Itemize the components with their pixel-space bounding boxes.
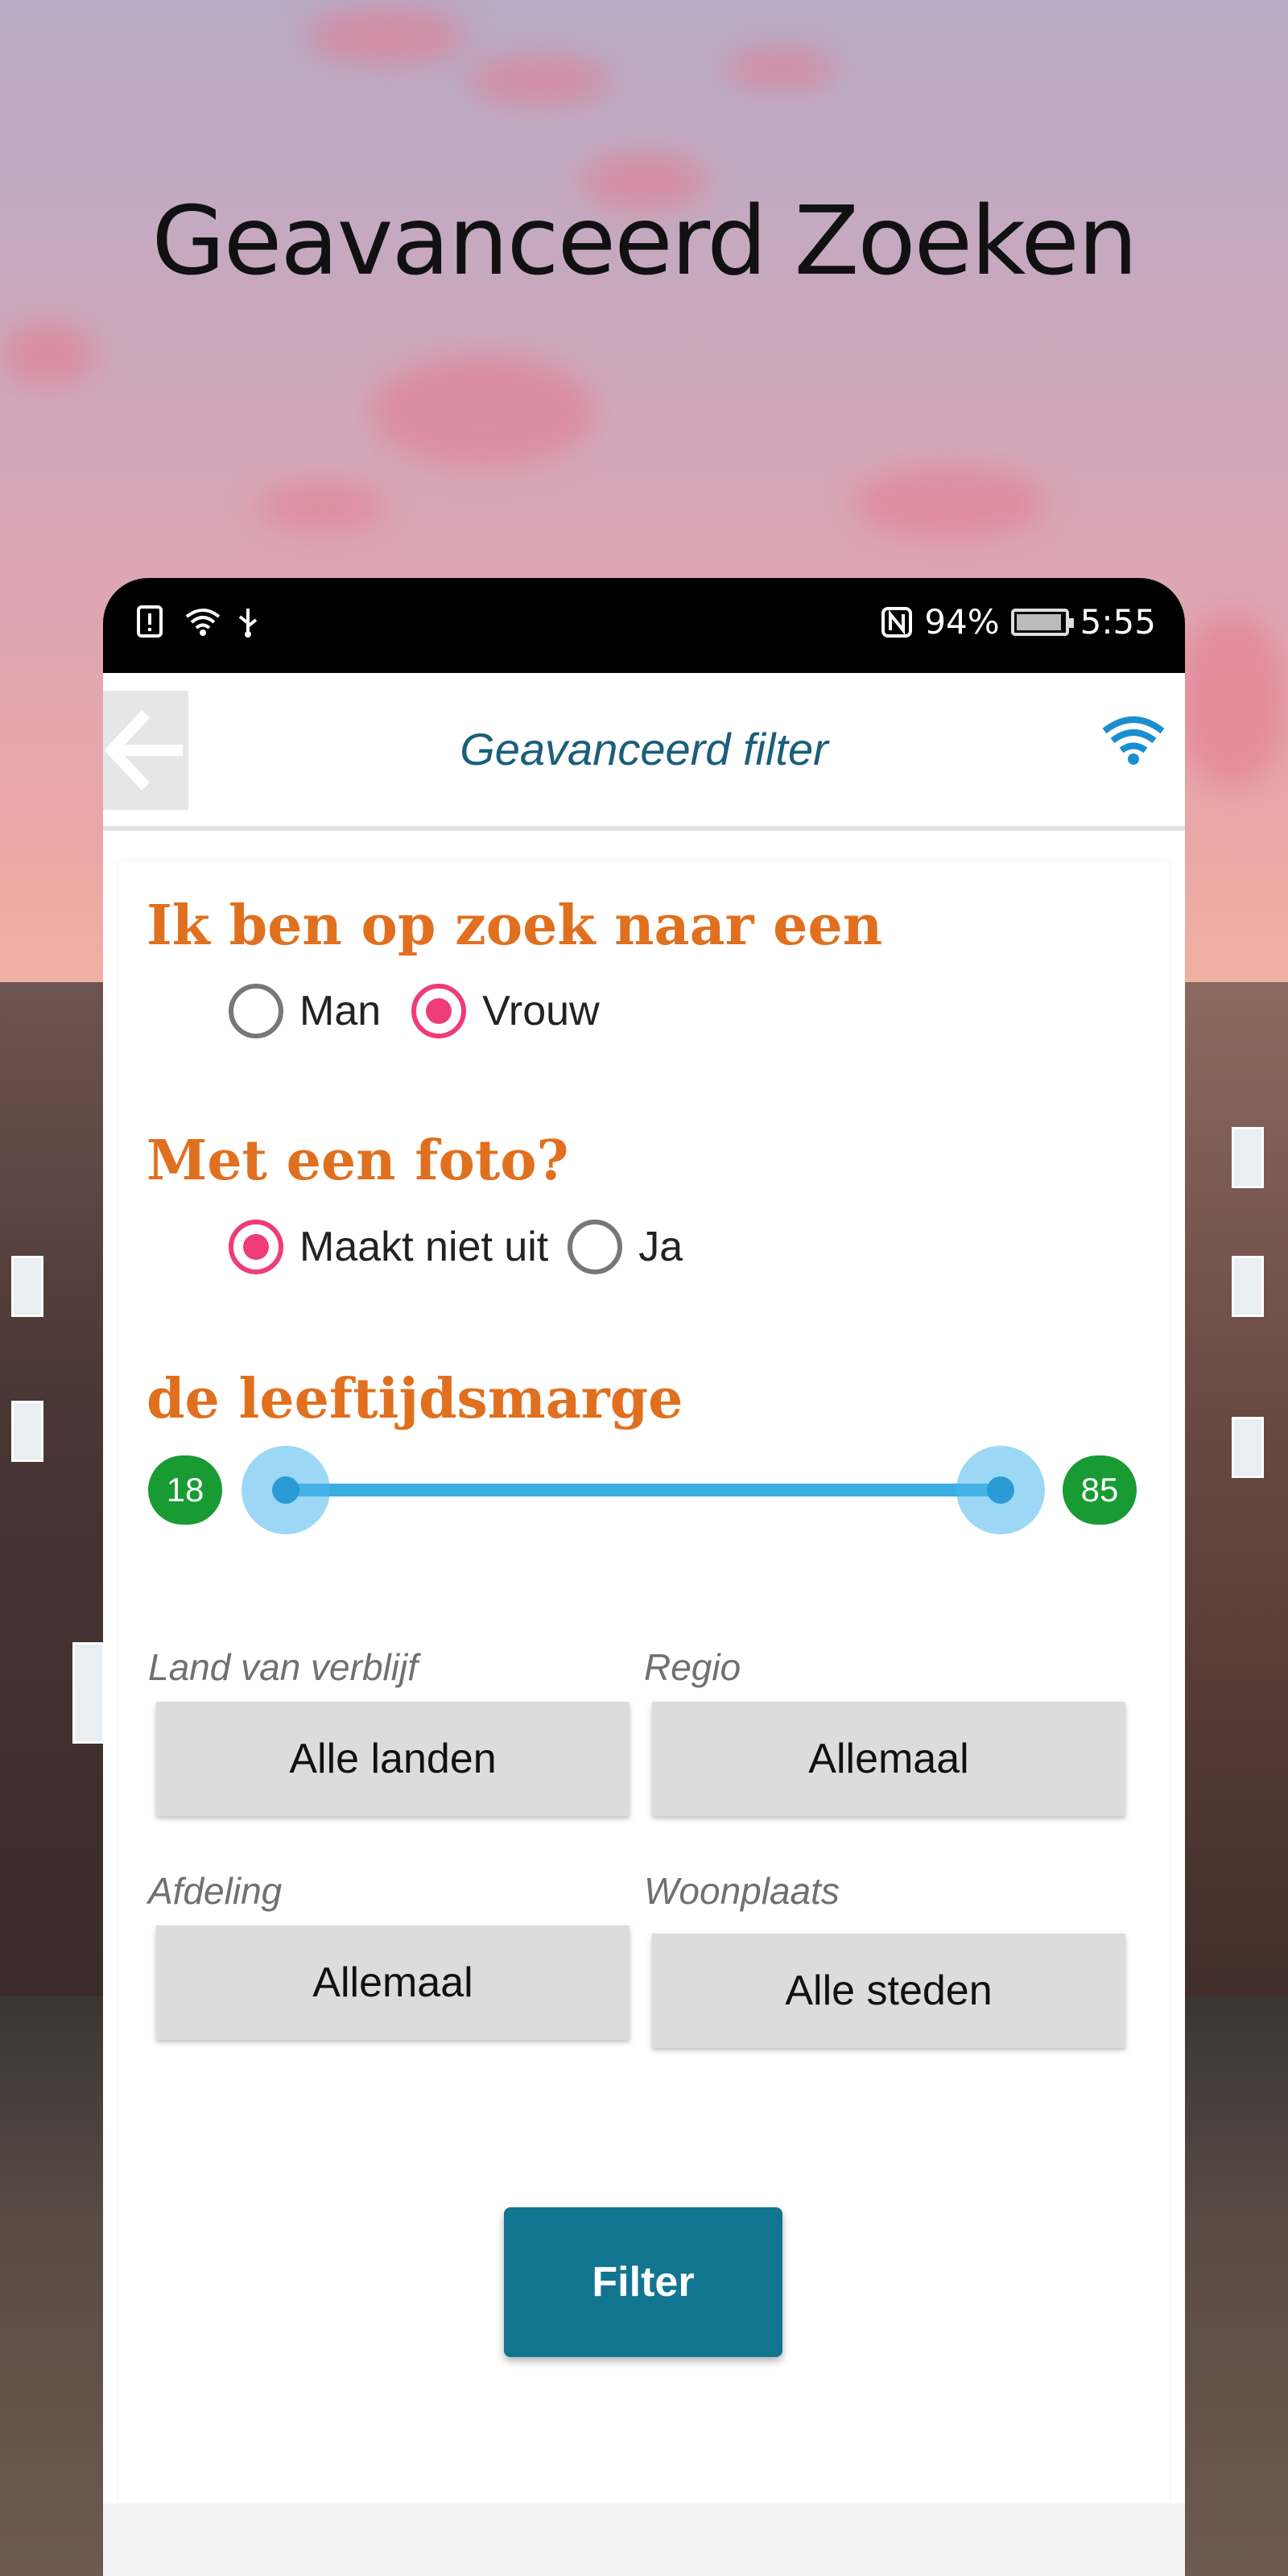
footer-area bbox=[103, 2504, 1185, 2576]
country-select[interactable]: Alle landen bbox=[156, 1702, 630, 1816]
battery-percent: 94% bbox=[924, 602, 1000, 642]
radio-maakt-niet-uit-label[interactable]: Maakt niet uit bbox=[299, 1223, 548, 1271]
photo-title: Met een foto? bbox=[147, 1129, 569, 1193]
filter-form: Ik ben op zoek naar een Man Vrouw Met ee… bbox=[119, 861, 1169, 2504]
radio-ja[interactable] bbox=[568, 1220, 623, 1274]
city-select[interactable]: Alle steden bbox=[652, 1934, 1125, 2048]
age-min-thumb-dot bbox=[272, 1476, 299, 1504]
radio-maakt-niet-uit[interactable] bbox=[229, 1220, 283, 1274]
department-label: Afdeling bbox=[148, 1870, 283, 1912]
radio-man-label[interactable]: Man bbox=[299, 987, 381, 1035]
battery-icon bbox=[1010, 608, 1074, 636]
alert-icon bbox=[135, 605, 167, 638]
age-max-thumb-dot bbox=[987, 1476, 1014, 1504]
looking-for-title: Ik ben op zoek naar een bbox=[147, 894, 883, 958]
age-range-title: de leeftijdsmarge bbox=[147, 1367, 683, 1431]
radio-man[interactable] bbox=[229, 984, 283, 1038]
gender-radio-group: Man Vrouw bbox=[229, 984, 600, 1038]
city-label: Woonplaats bbox=[644, 1870, 840, 1912]
phone-screen: 94% 5:55 Geavanceerd filter Ik ben op zo… bbox=[103, 578, 1185, 2576]
app-bar: Geavanceerd filter bbox=[103, 673, 1185, 831]
radio-vrouw-label[interactable]: Vrouw bbox=[482, 987, 599, 1035]
age-min-badge: 18 bbox=[148, 1455, 222, 1525]
clock: 5:55 bbox=[1080, 602, 1156, 642]
usb-icon bbox=[232, 605, 264, 638]
region-select[interactable]: Allemaal bbox=[652, 1702, 1125, 1816]
radio-ja-label[interactable]: Ja bbox=[638, 1223, 683, 1271]
radio-vrouw[interactable] bbox=[411, 984, 467, 1038]
department-select[interactable]: Allemaal bbox=[156, 1926, 630, 2040]
nfc-icon bbox=[881, 606, 913, 638]
wifi-status-icon bbox=[184, 605, 221, 638]
photo-radio-group: Maakt niet uit Ja bbox=[229, 1220, 683, 1274]
country-label: Land van verblijf bbox=[148, 1646, 418, 1688]
promo-headline: Geavanceerd Zoeken bbox=[151, 185, 1137, 296]
connection-wifi-icon bbox=[1100, 713, 1167, 770]
app-title: Geavanceerd filter bbox=[460, 724, 828, 774]
region-label: Regio bbox=[644, 1646, 741, 1688]
status-bar: 94% 5:55 bbox=[103, 578, 1185, 673]
age-max-badge: 85 bbox=[1063, 1455, 1137, 1525]
filter-button[interactable]: Filter bbox=[504, 2207, 782, 2357]
age-slider-track[interactable] bbox=[285, 1484, 1000, 1496]
